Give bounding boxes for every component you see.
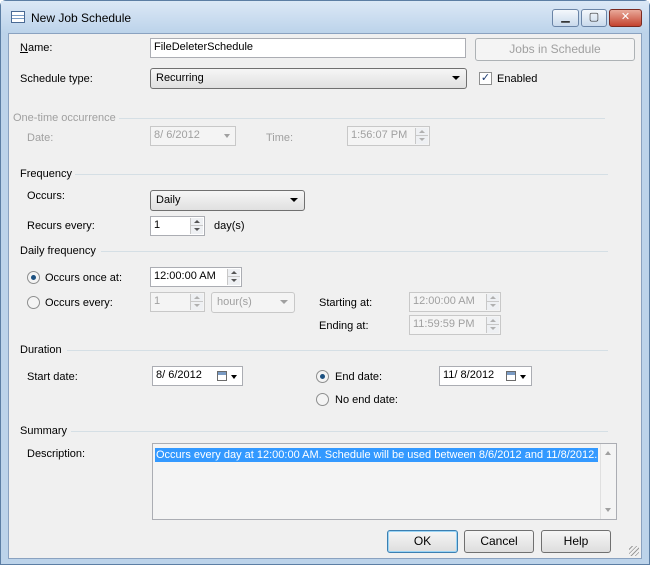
chevron-down-icon <box>224 134 230 138</box>
spinner-icon[interactable] <box>486 317 499 333</box>
maximize-icon: ▢ <box>588 11 600 23</box>
starting-at-label: Starting at: <box>319 297 373 309</box>
spinner-icon[interactable] <box>227 269 240 285</box>
one-time-date-value: 8/ 6/2012 <box>154 129 200 141</box>
summary-group-title: Summary <box>20 425 68 437</box>
occurs-select[interactable]: Daily <box>150 190 305 211</box>
starting-at-value: 12:00:00 AM <box>413 295 475 307</box>
one-time-time-input[interactable]: 1:56:07 PM <box>347 126 430 146</box>
one-time-time-value: 1:56:07 PM <box>351 129 408 141</box>
ending-at-input[interactable]: 11:59:59 PM <box>409 315 501 335</box>
spinner-icon[interactable] <box>190 294 203 310</box>
occurs-every-value: 1 <box>154 295 161 307</box>
name-label-text: ame: <box>27 42 53 54</box>
spinner-icon[interactable] <box>415 128 428 144</box>
name-input[interactable]: FileDeleterSchedule <box>150 38 466 58</box>
daily-frequency-group-title: Daily frequency <box>20 245 96 257</box>
duration-divider <box>67 350 608 351</box>
dialog-window: New Job Schedule ▁ ▢ ✕ Name: FileDeleter… <box>0 0 650 565</box>
occurs-every-unit-value: hour(s) <box>217 296 252 308</box>
calendar-icon[interactable] <box>217 371 227 381</box>
description-label: Description: <box>27 448 86 460</box>
name-label: Name: <box>20 42 53 54</box>
chevron-down-icon <box>520 375 526 379</box>
occurs-once-label: Occurs once at: <box>45 272 123 284</box>
minimize-button[interactable]: ▁ <box>552 9 579 27</box>
spinner-icon[interactable] <box>486 294 499 310</box>
one-time-group-title: One-time occurrence <box>13 112 116 124</box>
frequency-group-title: Frequency <box>20 168 72 180</box>
close-icon: ✕ <box>620 11 631 23</box>
schedule-type-label: Schedule type: <box>20 73 93 85</box>
recurs-every-input[interactable]: 1 <box>150 216 205 236</box>
schedule-app-icon <box>11 11 25 23</box>
help-button[interactable]: Help <box>541 530 611 553</box>
chevron-down-icon <box>280 300 288 304</box>
chevron-down-icon <box>290 198 298 202</box>
resize-grip-icon[interactable] <box>629 546 639 556</box>
start-date-picker[interactable]: 8/ 6/2012 <box>152 366 243 386</box>
dialog-body: Name: FileDeleterSchedule Jobs in Schedu… <box>8 33 642 559</box>
one-time-date-label: Date: <box>27 132 54 144</box>
chevron-down-icon <box>231 375 237 379</box>
description-text[interactable]: Occurs every day at 12:00:00 AM. Schedul… <box>155 448 599 462</box>
cancel-button[interactable]: Cancel <box>464 530 534 553</box>
one-time-time-label: Time: <box>266 132 294 144</box>
end-date-label: End date: <box>335 371 383 383</box>
title-bar[interactable]: New Job Schedule ▁ ▢ ✕ <box>1 1 649 33</box>
occurs-value: Daily <box>156 194 181 206</box>
start-date-value: 8/ 6/2012 <box>156 369 202 381</box>
description-scrollbar[interactable] <box>600 444 616 519</box>
end-date-value: 11/ 8/2012 <box>443 369 495 381</box>
occurs-once-time-value: 12:00:00 AM <box>154 270 216 282</box>
occurs-once-time-input[interactable]: 12:00:00 AM <box>150 267 242 287</box>
starting-at-input[interactable]: 12:00:00 AM <box>409 292 501 312</box>
description-textbox[interactable]: Occurs every day at 12:00:00 AM. Schedul… <box>152 443 617 520</box>
calendar-icon[interactable] <box>506 371 516 381</box>
occurs-every-label: Occurs every: <box>45 297 113 309</box>
window-title: New Job Schedule <box>31 11 132 25</box>
frequency-divider <box>75 174 608 175</box>
enabled-checkbox[interactable]: ✓ <box>479 72 492 85</box>
one-time-divider <box>119 118 605 119</box>
duration-group-title: Duration <box>20 344 62 356</box>
schedule-type-select[interactable]: Recurring <box>150 68 467 89</box>
scroll-up-icon[interactable] <box>605 451 611 455</box>
no-end-date-label: No end date: <box>335 394 398 406</box>
ok-button[interactable]: OK <box>387 530 458 553</box>
recurs-every-label: Recurs every: <box>27 220 95 232</box>
enabled-label: Enabled <box>497 73 538 85</box>
occurs-every-input[interactable]: 1 <box>150 292 205 312</box>
start-date-label: Start date: <box>27 371 78 383</box>
schedule-type-value: Recurring <box>156 72 204 84</box>
end-date-radio[interactable] <box>316 370 329 383</box>
one-time-date-picker[interactable]: 8/ 6/2012 <box>150 126 236 146</box>
no-end-date-radio[interactable] <box>316 393 329 406</box>
daily-frequency-divider <box>101 251 608 252</box>
recurs-unit-label: day(s) <box>214 220 245 232</box>
jobs-in-schedule-button[interactable]: Jobs in Schedule <box>475 38 635 61</box>
chevron-down-icon <box>452 76 460 80</box>
end-date-picker[interactable]: 11/ 8/2012 <box>439 366 532 386</box>
summary-divider <box>71 431 608 432</box>
maximize-button[interactable]: ▢ <box>581 9 607 27</box>
spinner-icon[interactable] <box>190 218 203 234</box>
occurs-once-radio[interactable] <box>27 271 40 284</box>
occurs-every-radio[interactable] <box>27 296 40 309</box>
ending-at-value: 11:59:59 PM <box>413 318 475 330</box>
scroll-down-icon[interactable] <box>605 508 611 512</box>
close-button[interactable]: ✕ <box>609 9 642 27</box>
occurs-label: Occurs: <box>27 190 65 202</box>
recurs-every-value: 1 <box>154 219 161 231</box>
ending-at-label: Ending at: <box>319 320 369 332</box>
minimize-icon: ▁ <box>561 11 570 23</box>
occurs-every-unit-select[interactable]: hour(s) <box>211 292 295 313</box>
